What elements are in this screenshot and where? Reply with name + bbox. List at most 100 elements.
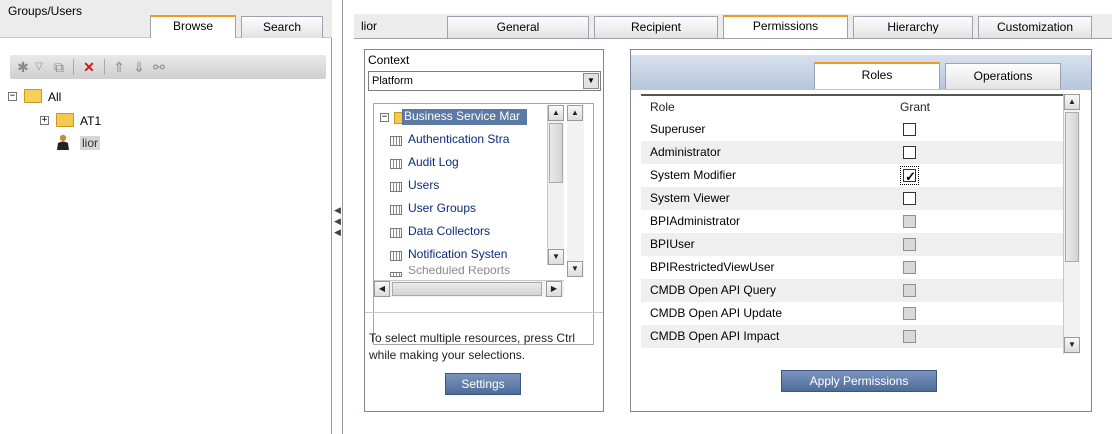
pane-splitter[interactable]: ◀ ◀ ◀ [333, 0, 343, 434]
grant-checkbox [903, 261, 916, 274]
scroll-down-icon[interactable]: ▼ [567, 261, 583, 277]
role-row: BPIAdministrator [641, 210, 1063, 233]
grant-checkbox[interactable] [903, 123, 916, 136]
resource-item[interactable]: Scheduled Reports [408, 266, 510, 275]
scroll-up-icon[interactable]: ▲ [567, 105, 583, 121]
group-folder-icon [56, 113, 74, 127]
resource-item[interactable]: User Groups [408, 201, 476, 215]
role-name: Superuser [650, 122, 706, 136]
role-name: CMDB Open API Query [650, 283, 777, 297]
role-row: BPIRestrictedViewUser [641, 256, 1063, 279]
divider [365, 312, 603, 313]
roles-tabbar: Roles Operations [631, 55, 1091, 90]
inner-vertical-scrollbar[interactable]: ▲ ▼ [547, 105, 564, 265]
resource-root[interactable]: Business Service Mar [402, 109, 527, 125]
details-title: lior [361, 19, 378, 33]
tab-search[interactable]: Search [241, 16, 323, 38]
grant-checkbox [903, 238, 916, 251]
tab-recipient[interactable]: Recipient [594, 16, 718, 38]
collapse-left-icon[interactable]: ◀ [334, 227, 341, 238]
role-row: CMDB Open API Impact [641, 325, 1063, 348]
tree-label-all: All [48, 90, 62, 104]
tab-general[interactable]: General [447, 16, 589, 38]
role-row: CMDB Open API Update [641, 302, 1063, 325]
horizontal-scrollbar[interactable]: ◀ ▶ [374, 280, 564, 297]
collapse-icon[interactable]: − [380, 113, 389, 122]
groups-users-title: Groups/Users [8, 4, 83, 18]
roles-table: Role Grant Superuser Administrator Syste… [641, 94, 1063, 354]
resource-tree[interactable]: − Business Service Mar Authentication St… [373, 103, 594, 345]
role-name: System Modifier [650, 168, 737, 182]
resource-icon [390, 251, 402, 261]
tab-operations[interactable]: Operations [945, 63, 1061, 89]
context-hint: To select multiple resources, press Ctrl… [369, 331, 576, 362]
scroll-thumb[interactable] [392, 282, 542, 296]
vertical-scrollbar[interactable]: ▲ ▼ [1063, 94, 1080, 354]
resource-item[interactable]: Authentication Stra [408, 132, 509, 146]
resource-item[interactable]: Audit Log [408, 155, 459, 169]
vertical-scrollbar[interactable]: ▲ ▼ [567, 105, 584, 277]
role-name: CMDB Open API Update [650, 306, 783, 320]
tab-roles[interactable]: Roles [814, 62, 940, 89]
resource-icon [390, 136, 402, 146]
role-row: BPIUser [641, 233, 1063, 256]
resource-item[interactable]: Users [408, 178, 439, 192]
grant-checkbox [903, 284, 916, 297]
tree-label-lior: lior [80, 136, 101, 150]
context-panel: Context Platform ▼ − Business Service Ma… [364, 49, 604, 412]
settings-button[interactable]: Settings [445, 373, 521, 395]
context-select-value: Platform [372, 75, 413, 87]
roles-panel: Roles Operations Role Grant Superuser Ad… [630, 49, 1092, 412]
role-name: BPIRestrictedViewUser [650, 260, 775, 274]
role-name: BPIAdministrator [650, 214, 741, 228]
scroll-thumb[interactable] [1065, 112, 1079, 262]
role-row: Administrator [641, 141, 1063, 164]
move-down-icon[interactable]: ⇓ [130, 58, 148, 76]
scroll-left-icon[interactable]: ◀ [374, 281, 390, 297]
scroll-thumb[interactable] [549, 123, 563, 183]
scroll-up-icon[interactable]: ▲ [1064, 94, 1080, 110]
grant-checkbox[interactable] [903, 146, 916, 159]
groups-users-pane: Groups/Users Browse Search ✱ ▽ ⧉ ✕ ⇑ ⇓ ⚯… [0, 0, 332, 434]
grant-checkbox[interactable] [903, 192, 916, 205]
delete-icon[interactable]: ✕ [80, 58, 98, 76]
context-label: Context [368, 53, 410, 67]
column-header-grant[interactable]: Grant [900, 100, 930, 114]
tree-label-at1: AT1 [80, 114, 102, 128]
resource-icon [390, 182, 402, 192]
resource-item[interactable]: Data Collectors [408, 224, 490, 238]
tab-hierarchy[interactable]: Hierarchy [853, 16, 973, 38]
scroll-down-icon[interactable]: ▼ [548, 249, 564, 265]
grant-checkbox[interactable] [900, 165, 919, 188]
groups-users-header: Groups/Users Browse Search [0, 0, 332, 38]
tab-customization[interactable]: Customization [978, 16, 1092, 38]
column-header-role[interactable]: Role [650, 100, 675, 114]
grant-checkbox [903, 215, 916, 228]
scroll-down-icon[interactable]: ▼ [1064, 337, 1080, 353]
chevron-down-icon[interactable]: ▼ [583, 73, 599, 89]
role-name: Administrator [650, 145, 721, 159]
collapse-left-icon[interactable]: ◀ [334, 216, 341, 227]
link-icon[interactable]: ⚯ [150, 58, 168, 76]
scroll-up-icon[interactable]: ▲ [548, 105, 564, 121]
copy-icon[interactable]: ⧉ [50, 58, 68, 76]
context-select[interactable]: Platform ▼ [368, 71, 601, 91]
grant-checkbox [903, 330, 916, 343]
role-row: CMDB Open API Query [641, 279, 1063, 302]
scroll-right-icon[interactable]: ▶ [546, 281, 562, 297]
grant-checkbox [903, 307, 916, 320]
role-row: System Viewer [641, 187, 1063, 210]
collapse-left-icon[interactable]: ◀ [334, 205, 341, 216]
tab-permissions[interactable]: Permissions [723, 15, 848, 38]
resource-icon [390, 272, 402, 277]
role-name: System Viewer [650, 191, 730, 205]
apply-permissions-button[interactable]: Apply Permissions [781, 370, 937, 392]
expand-icon[interactable]: + [40, 116, 49, 125]
dropdown-icon[interactable]: ▽ [30, 58, 48, 76]
user-icon [56, 134, 70, 150]
collapse-icon[interactable]: − [8, 92, 17, 101]
resource-item[interactable]: Notification Systen [408, 247, 507, 261]
tab-browse[interactable]: Browse [150, 15, 236, 38]
move-up-icon[interactable]: ⇑ [110, 58, 128, 76]
resource-icon [390, 205, 402, 215]
